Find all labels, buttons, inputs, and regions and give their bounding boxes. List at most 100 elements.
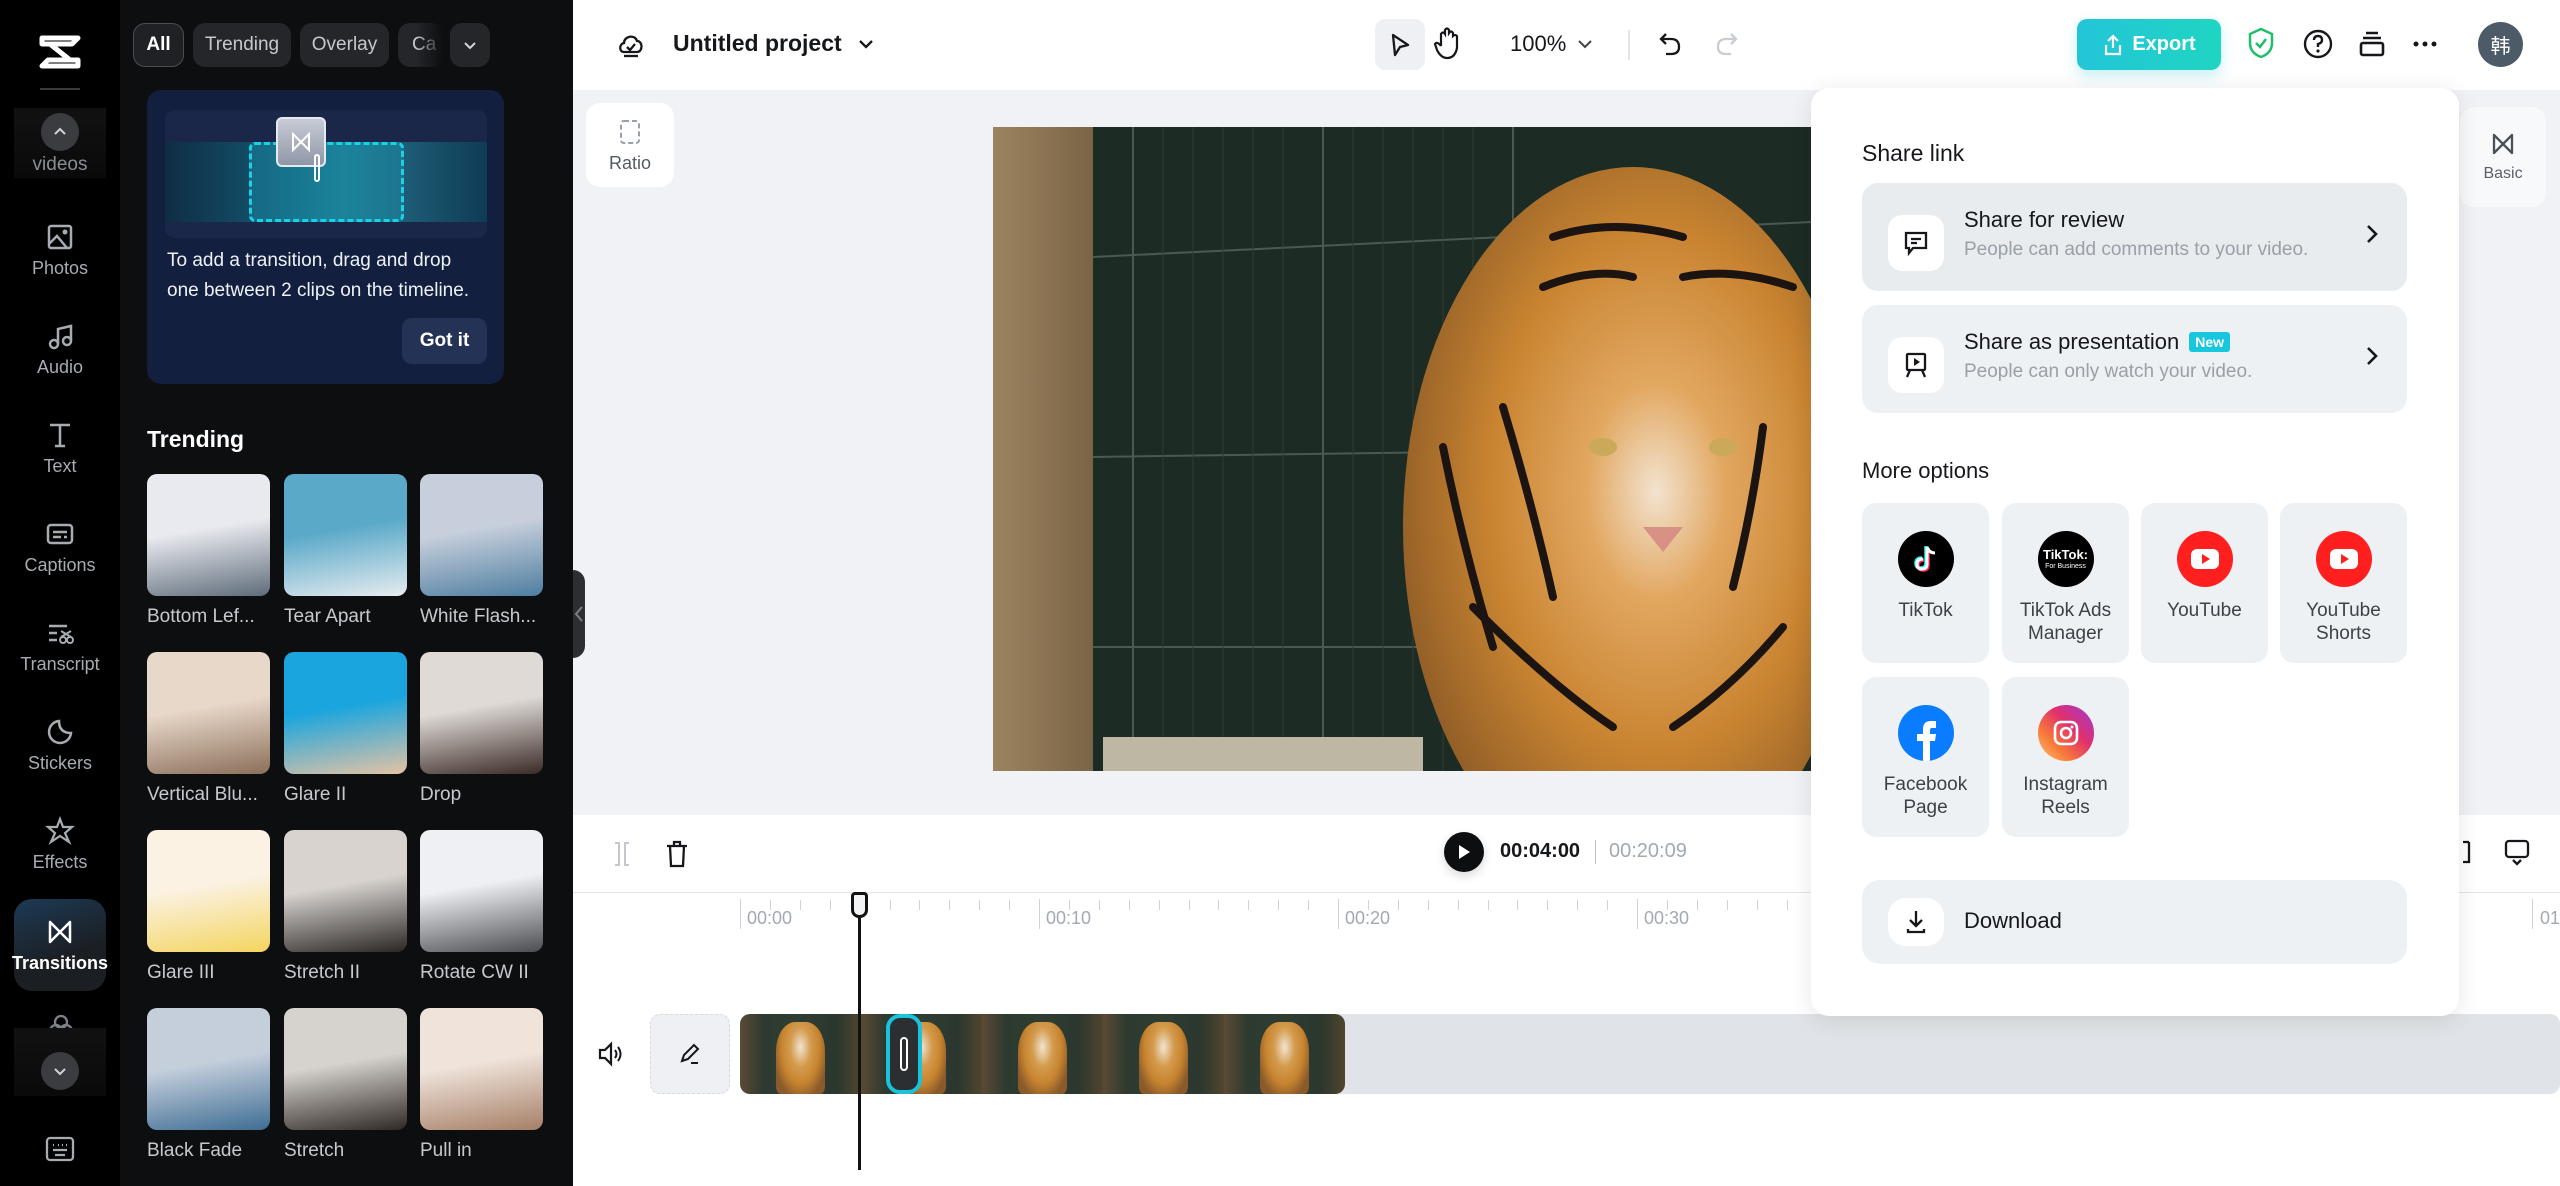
rail-item-videos[interactable]: videos xyxy=(14,154,106,176)
music-note-icon xyxy=(48,323,73,349)
transition-thumbnail[interactable]: Drop xyxy=(420,652,543,806)
transition-thumbnail[interactable]: Glare III xyxy=(147,830,270,984)
chip-all[interactable]: All xyxy=(133,23,184,67)
undo-button[interactable] xyxy=(1656,30,1684,58)
rail-item-photos[interactable]: Photos xyxy=(14,206,106,294)
ruler-minor-tick xyxy=(919,900,921,910)
zoom-level[interactable]: 100% xyxy=(1510,31,1566,57)
chip-overlay[interactable]: Overlay xyxy=(300,23,389,67)
help-button[interactable] xyxy=(2302,28,2334,60)
chip-category-truncated[interactable]: Ca xyxy=(398,23,444,67)
transition-thumbnail[interactable]: Glare II xyxy=(284,652,407,806)
share-for-review-option[interactable]: Share for review People can add comments… xyxy=(1862,183,2407,291)
keyboard-icon[interactable] xyxy=(45,1136,75,1167)
basic-tab[interactable]: Basic xyxy=(2460,107,2546,207)
instagram-icon xyxy=(2037,705,2094,761)
download-label: Download xyxy=(1964,908,2062,933)
pencil-icon xyxy=(680,1043,700,1064)
tiger-video-frame xyxy=(993,127,1811,771)
export-button[interactable]: Export xyxy=(2077,19,2221,70)
download-option[interactable]: Download xyxy=(1862,880,2407,964)
rail-item-audio[interactable]: Audio xyxy=(14,305,106,393)
transition-thumbnail[interactable]: White Flash... xyxy=(420,474,543,628)
capcut-logo-icon[interactable] xyxy=(36,34,84,70)
share-option-instagram-reels[interactable]: Instagram Reels xyxy=(2002,677,2129,837)
rail-item-effects[interactable]: Effects xyxy=(14,800,106,888)
user-avatar[interactable]: 韩 xyxy=(2478,22,2523,67)
chip-trending[interactable]: Trending xyxy=(193,23,291,67)
got-it-button[interactable]: Got it xyxy=(402,318,487,364)
comment-view-button[interactable] xyxy=(2503,838,2531,871)
share-option-youtube-shorts[interactable]: YouTube Shorts xyxy=(2280,503,2407,663)
share-option-tiktok-ads-manager[interactable]: TikTok: For Business TikTok Ads Manager xyxy=(2002,503,2129,663)
video-preview[interactable] xyxy=(993,127,1811,771)
playhead-handle[interactable] xyxy=(851,892,868,918)
ruler-label: 00:20 xyxy=(1345,908,1391,928)
ruler-minor-tick xyxy=(1009,900,1011,910)
thumbnail-label: Vertical Blu... xyxy=(147,784,258,805)
cloud-saved-icon[interactable] xyxy=(615,28,647,60)
rail-divider xyxy=(40,88,80,90)
rail-item-stickers[interactable]: Stickers xyxy=(14,701,106,789)
ruler-minor-tick xyxy=(1696,900,1698,910)
chips-more-dropdown[interactable] xyxy=(450,23,490,67)
transition-thumbnail[interactable]: Tear Apart xyxy=(284,474,407,628)
transition-thumbnail[interactable]: Stretch II xyxy=(284,830,407,984)
rail-item-text[interactable]: Text xyxy=(14,404,106,492)
shield-check-icon xyxy=(2248,27,2274,59)
play-button[interactable] xyxy=(1444,832,1484,872)
option-label: YouTube xyxy=(2167,600,2242,621)
transition-slot-marker[interactable] xyxy=(886,1014,922,1094)
youtube-icon xyxy=(2176,531,2233,587)
share-option-youtube[interactable]: YouTube xyxy=(2141,503,2268,663)
video-clip-tiger[interactable] xyxy=(740,1014,1345,1094)
transition-thumbnail[interactable]: Rotate CW II xyxy=(420,830,543,984)
playhead-line[interactable] xyxy=(858,900,861,1170)
select-tool-button[interactable] xyxy=(1375,19,1425,70)
delete-button[interactable] xyxy=(664,839,690,874)
chevron-down-icon xyxy=(464,42,476,50)
project-title[interactable]: Untitled project xyxy=(673,30,842,57)
trending-section-title: Trending xyxy=(147,426,245,452)
hand-tool-button[interactable] xyxy=(1433,26,1461,60)
share-as-presentation-option[interactable]: Share as presentation New People can onl… xyxy=(1862,305,2407,413)
ruler-minor-tick xyxy=(1457,900,1459,910)
transition-bowtie-icon xyxy=(2492,133,2514,155)
layers-button[interactable] xyxy=(2358,30,2386,58)
split-button[interactable] xyxy=(611,840,633,873)
rail-item-captions[interactable]: Captions xyxy=(14,503,106,591)
transition-thumbnail[interactable]: Stretch xyxy=(284,1008,407,1162)
stack-icon xyxy=(2359,31,2385,57)
thumbnail-preview-image xyxy=(420,1008,543,1130)
new-badge: New xyxy=(2189,332,2231,352)
scroll-down-button[interactable] xyxy=(41,1052,79,1090)
security-shield-button[interactable] xyxy=(2247,27,2275,59)
share-option-tiktok[interactable]: TikTok xyxy=(1862,503,1989,663)
collapse-panel-handle[interactable] xyxy=(573,570,585,658)
redo-button[interactable] xyxy=(1713,30,1741,58)
edit-cover-button[interactable] xyxy=(650,1014,730,1094)
trash-icon xyxy=(667,840,687,868)
zoom-dropdown-chevron-icon[interactable] xyxy=(1575,34,1595,54)
rail-item-transcript[interactable]: Transcript xyxy=(14,602,106,690)
ruler-label: 01 xyxy=(2540,908,2560,928)
scroll-up-button[interactable] xyxy=(41,113,79,151)
transition-thumbnail[interactable]: Pull in xyxy=(420,1008,543,1162)
transition-thumbnail[interactable]: Black Fade xyxy=(147,1008,270,1162)
project-menu-chevron-icon[interactable] xyxy=(856,34,876,54)
clip-frame xyxy=(1224,1014,1345,1094)
ruler-major-tick xyxy=(1637,899,1638,929)
transition-thumbnail[interactable]: Vertical Blu... xyxy=(147,652,270,806)
rail-item-transitions[interactable]: Transitions xyxy=(12,899,108,991)
transition-bowtie-icon xyxy=(292,131,310,153)
image-icon xyxy=(47,224,73,249)
transcript-icon xyxy=(49,624,74,644)
sticker-icon xyxy=(47,719,73,744)
ratio-button[interactable]: Ratio xyxy=(586,103,674,187)
transition-thumbnail[interactable]: Bottom Lef... xyxy=(147,474,270,628)
mute-toggle-button[interactable] xyxy=(596,1039,626,1074)
share-option-facebook-page[interactable]: Facebook Page xyxy=(1862,677,1989,837)
rail-item-label: Transcript xyxy=(20,653,100,674)
thumbnail-preview-image xyxy=(147,474,270,596)
more-options-button[interactable] xyxy=(2411,34,2439,54)
